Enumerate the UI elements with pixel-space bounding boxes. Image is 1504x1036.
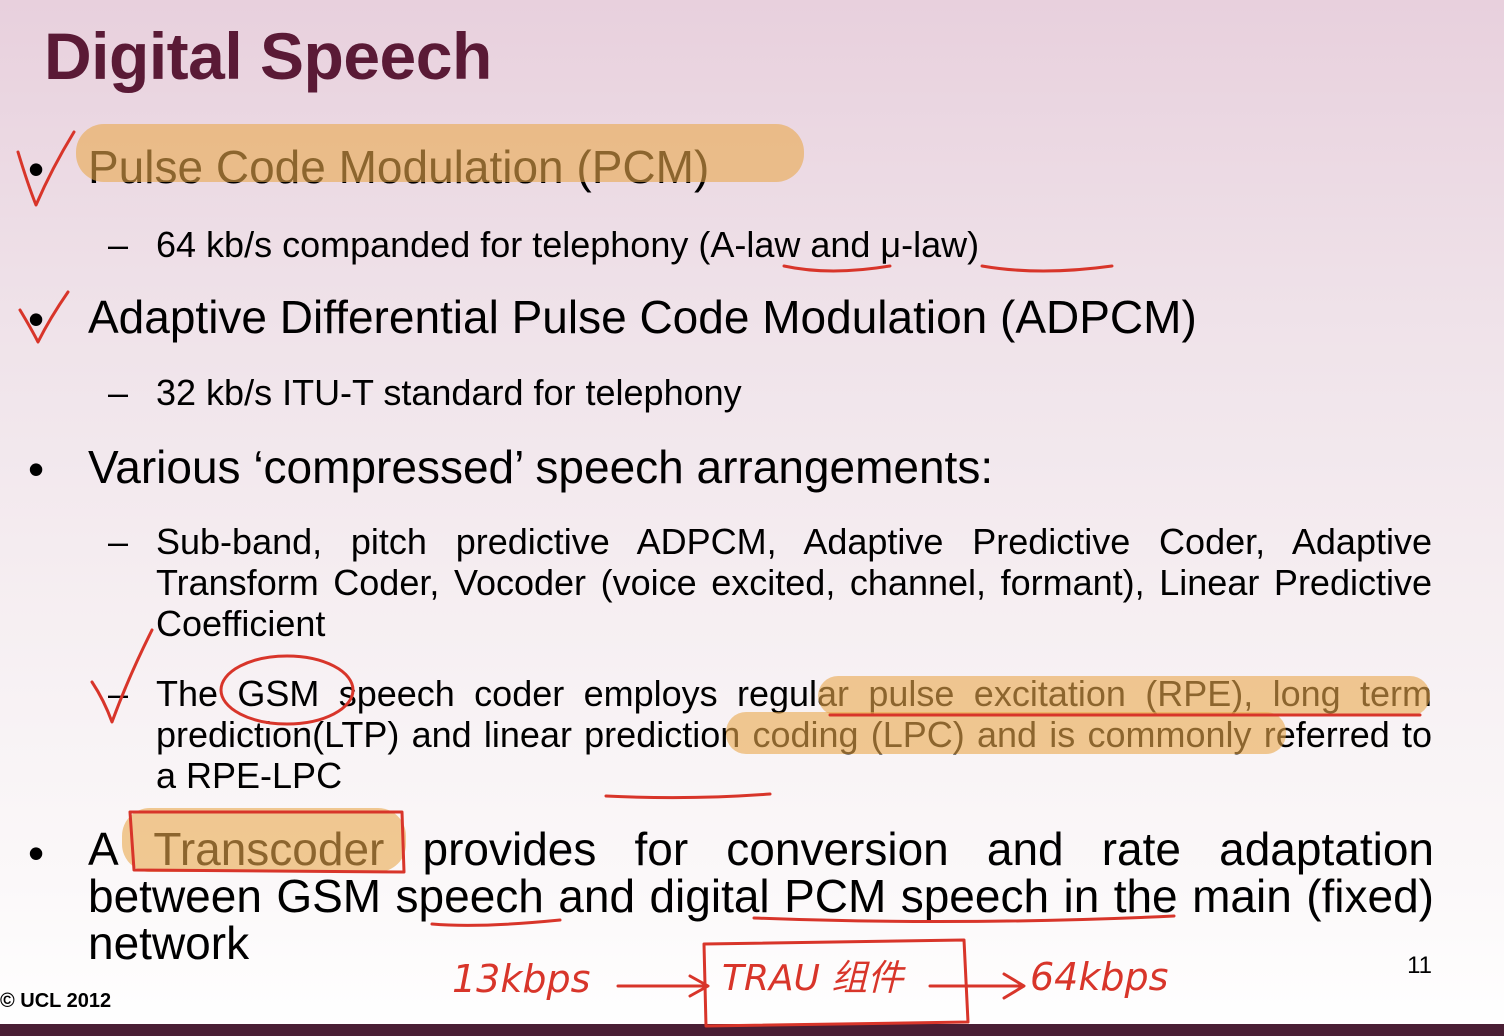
check-mark-icon bbox=[16, 130, 76, 207]
underline-gsm-speech bbox=[430, 918, 562, 927]
highlight-pcm bbox=[76, 124, 804, 182]
underline-pcm-speech bbox=[752, 914, 1176, 924]
highlight-transcoder bbox=[122, 808, 406, 872]
circle-gsm bbox=[219, 654, 355, 726]
handwriting-13kbps: 13kbps bbox=[452, 957, 590, 1001]
handwriting-64kbps: 64kbps bbox=[1030, 955, 1168, 999]
underline-rpe-lpc bbox=[604, 792, 772, 800]
handwriting-trau: TRAU 组件 bbox=[722, 958, 906, 999]
highlight-lpc bbox=[726, 712, 1286, 754]
handwritten-annotations: 13kbps TRAU 组件 64kbps bbox=[16, 124, 1430, 1028]
highlight-rpe bbox=[818, 676, 1430, 716]
underline-mu-law bbox=[980, 264, 1114, 273]
underline-a-law bbox=[782, 264, 892, 273]
check-mark-icon bbox=[18, 290, 70, 344]
check-mark-icon bbox=[90, 628, 154, 724]
